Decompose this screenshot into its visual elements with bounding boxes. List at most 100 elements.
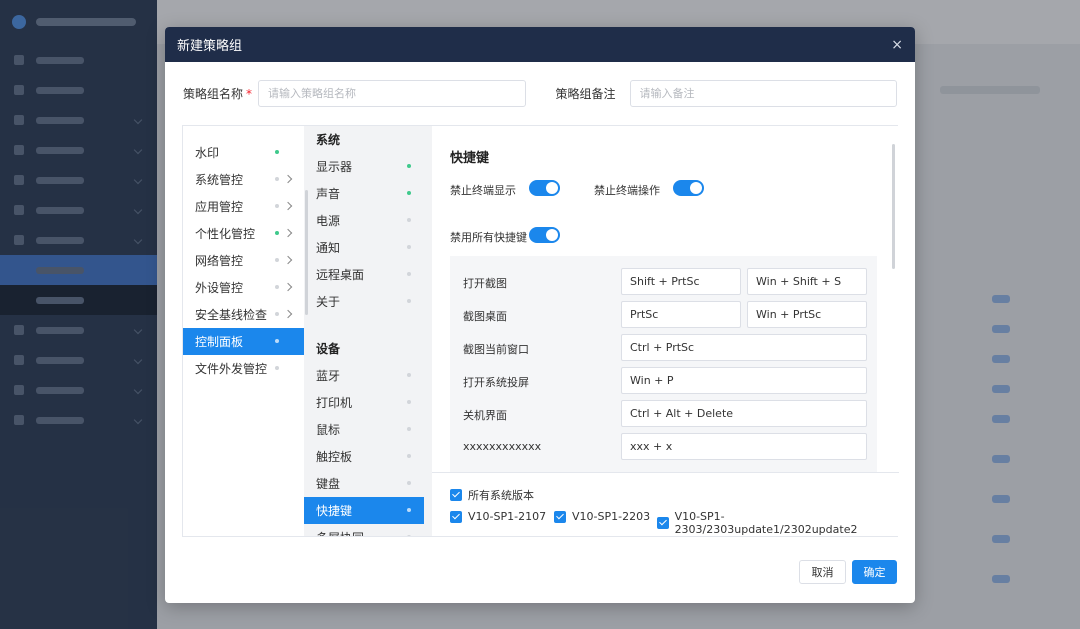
subcategory-item[interactable]: 关于 [304, 288, 432, 315]
shortcut-table: 打开截图 Shift + PrtSc Win + Shift + S 截图桌面 PrtS… [450, 256, 877, 476]
status-dot-icon [407, 481, 411, 485]
status-dot-icon [275, 150, 279, 154]
subcategory-item[interactable]: 显示器 [304, 153, 432, 180]
status-dot-icon [407, 535, 411, 536]
category-label: 文件外发管控 [195, 362, 268, 376]
subcategory-label: 打印机 [316, 396, 353, 410]
category-item[interactable]: 安全基线检查 [183, 301, 304, 328]
shortcut-row: 打开截图 Shift + PrtSc Win + Shift + S [450, 268, 877, 295]
category-item[interactable]: 外设管控 [183, 274, 304, 301]
shortcut-key-input[interactable]: Win + P [621, 367, 867, 394]
subcategory-label: 蓝牙 [316, 369, 341, 383]
shortcut-key-input[interactable]: Win + Shift + S [747, 268, 867, 295]
policy-remark-input[interactable] [629, 80, 897, 107]
version-checkbox[interactable]: V10-SP1-2303/2303update1/2302update2 [657, 510, 899, 536]
shortcut-key-input[interactable]: Shift + PrtSc [621, 268, 741, 295]
category-item[interactable]: 文件外发管控 [183, 355, 304, 382]
category-item[interactable]: 网络管控 [183, 247, 304, 274]
subcategory-item[interactable]: 打印机 [304, 389, 432, 416]
subgroup-heading: 设备 [316, 342, 341, 356]
status-dot-icon [275, 231, 279, 235]
status-dot-icon [407, 245, 411, 249]
subcategory-label: 快捷键 [316, 504, 353, 518]
version-selector: 所有系统版本 V10-SP1-2107 V10-SP1-2203 V10-SP1… [432, 472, 899, 536]
status-dot-icon [275, 204, 279, 208]
subcategory-item[interactable]: 快捷键 [304, 497, 424, 524]
shortcut-row: 截图桌面 PrtSc Win + PrtSc [450, 301, 877, 328]
shortcut-row: xxxxxxxxxxxx xxx + x [450, 433, 877, 460]
chevron-right-icon [283, 255, 293, 265]
category-list: 水印 系统管控应用管控个性化管控网络管控外设管控安全基线检查 控制面板文件外发管控 [183, 126, 304, 536]
toggle-disable-operation[interactable] [673, 180, 704, 196]
subcategory-item[interactable]: 多屏协同 [304, 524, 432, 536]
shortcut-label: 打开系统投屏 [463, 376, 529, 389]
shortcut-key-input[interactable]: Ctrl + PrtSc [621, 334, 867, 361]
status-dot-icon [275, 177, 279, 181]
subcategory-item[interactable]: 键盘 [304, 470, 432, 497]
dialog-title: 新建策略组 [177, 39, 243, 54]
toggle-label-disable-operation: 禁止终端操作 [594, 184, 660, 197]
status-dot-icon [275, 258, 279, 262]
checkbox-checked-icon [554, 510, 566, 523]
shortcut-key-input[interactable]: xxx + x [621, 433, 867, 460]
category-item[interactable]: 水印 [183, 139, 304, 166]
all-versions-checkbox[interactable]: 所有系统版本 [450, 487, 534, 503]
chevron-right-icon [283, 201, 293, 211]
category-label: 应用管控 [195, 200, 244, 214]
toggle-label-disable-display: 禁止终端显示 [450, 184, 516, 197]
checkbox-checked-icon [657, 517, 669, 529]
confirm-button[interactable]: 确定 [852, 560, 897, 584]
subcategory-item[interactable]: 触控板 [304, 443, 432, 470]
subcategory-item[interactable]: 声音 [304, 180, 432, 207]
status-dot-icon [407, 508, 411, 512]
category-label: 控制面板 [195, 335, 244, 349]
policy-name-label: 策略组名称 * [183, 87, 253, 101]
subcategory-item[interactable]: 蓝牙 [304, 362, 432, 389]
shortcut-key-input[interactable]: PrtSc [621, 301, 741, 328]
subcategory-label: 关于 [316, 295, 341, 309]
toggle-disable-display[interactable] [529, 180, 560, 196]
subcategory-scrollbar[interactable] [305, 190, 308, 315]
subcategory-label: 声音 [316, 187, 341, 201]
version-checkbox[interactable]: V10-SP1-2203 [554, 510, 650, 523]
close-icon[interactable]: × [891, 37, 903, 53]
status-dot-icon [407, 454, 411, 458]
subcategory-label: 键盘 [316, 477, 341, 491]
shortcut-label: 打开截图 [463, 277, 507, 290]
status-dot-icon [407, 272, 411, 276]
shortcut-key-input[interactable]: Win + PrtSc [747, 301, 867, 328]
status-dot-icon [275, 312, 279, 316]
shortcut-label: 截图桌面 [463, 310, 507, 323]
subcategory-item[interactable]: 鼠标 [304, 416, 432, 443]
status-dot-icon [407, 191, 411, 195]
category-item[interactable]: 个性化管控 [183, 220, 304, 247]
subcategory-item[interactable]: 电源 [304, 207, 432, 234]
category-item[interactable]: 控制面板 [183, 328, 304, 355]
new-policy-group-dialog: 新建策略组 × 策略组名称* 策略组备注 水印系统管控应用管控个性化管控网络管控… [165, 27, 915, 603]
policy-remark-label: 策略组备注 [555, 87, 616, 101]
settings-scrollbar[interactable] [892, 144, 895, 269]
shortcut-row: 关机界面 Ctrl + Alt + Delete [450, 400, 877, 427]
subcategory-item[interactable]: 远程桌面 [304, 261, 432, 288]
policy-name-input[interactable] [258, 80, 526, 107]
status-dot-icon [407, 218, 411, 222]
cancel-button[interactable]: 取消 [799, 560, 846, 584]
status-dot-icon [275, 285, 279, 289]
status-dot-icon [407, 299, 411, 303]
category-label: 个性化管控 [195, 227, 256, 241]
subcategory-label: 多屏协同 [316, 529, 364, 536]
version-checkbox[interactable]: V10-SP1-2107 [450, 510, 546, 523]
toggle-disable-all-shortcuts[interactable] [529, 227, 560, 243]
category-label: 网络管控 [195, 254, 244, 268]
category-item[interactable]: 应用管控 [183, 193, 304, 220]
chevron-right-icon [283, 174, 293, 184]
category-label: 外设管控 [195, 281, 244, 295]
category-label: 安全基线检查 [195, 308, 268, 322]
status-dot-icon [407, 400, 411, 404]
status-dot-icon [407, 373, 411, 377]
shortcut-key-input[interactable]: Ctrl + Alt + Delete [621, 400, 867, 427]
checkbox-checked-icon [450, 510, 462, 523]
subcategory-item[interactable]: 通知 [304, 234, 432, 261]
checkbox-checked-icon [450, 489, 462, 501]
category-item[interactable]: 系统管控 [183, 166, 304, 193]
